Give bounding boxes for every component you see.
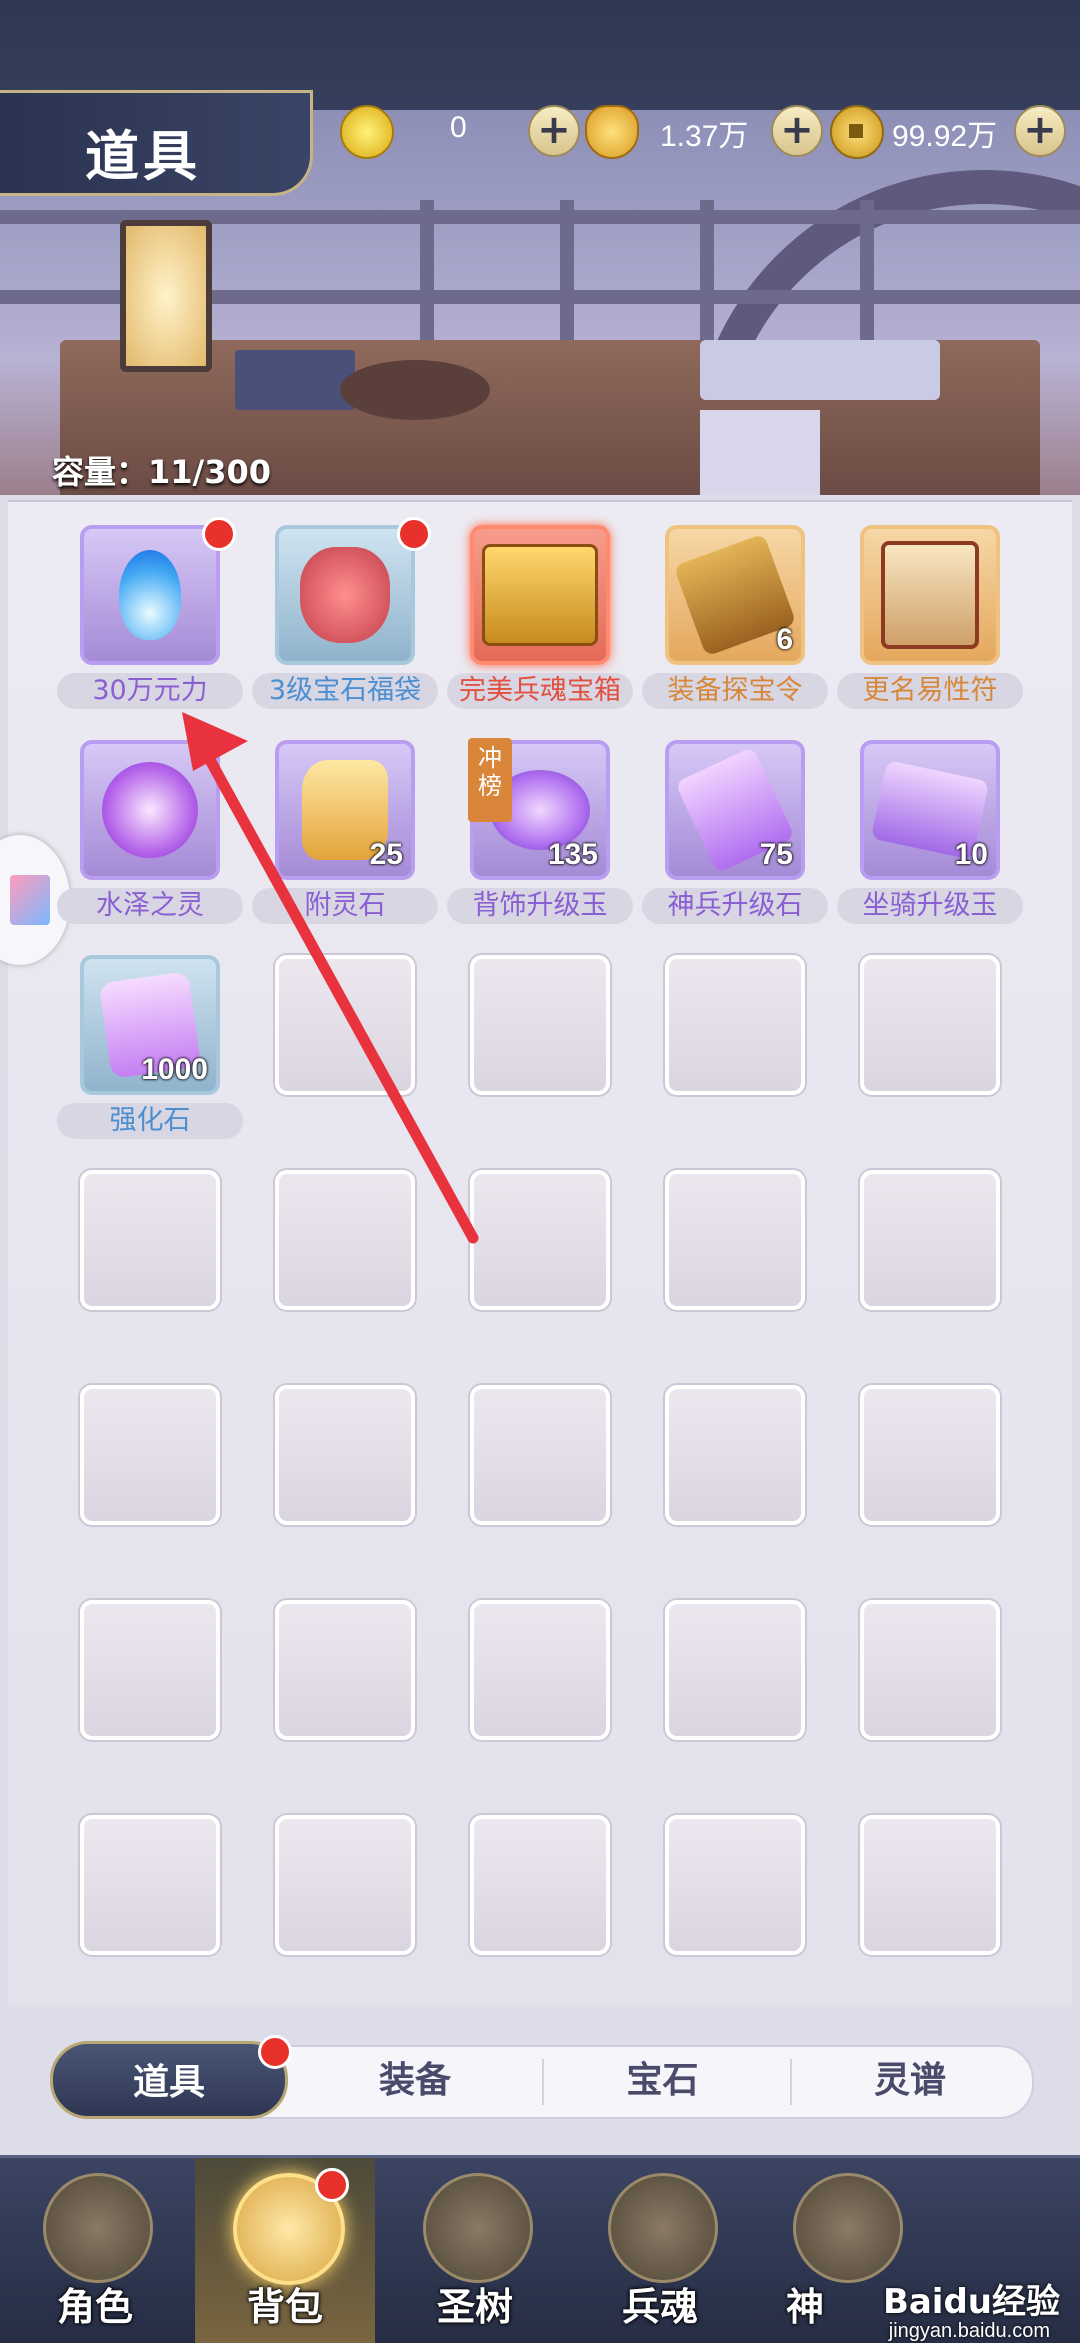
nav-holy-tree-label: 圣树 — [436, 2284, 513, 2329]
tab-gems[interactable]: 宝石 — [540, 2045, 785, 2115]
nav-character[interactable]: 角色 — [5, 2158, 185, 2343]
nav-backpack-label: 背包 — [246, 2284, 323, 2329]
nav-holy-tree[interactable]: 圣树 — [385, 2158, 565, 2343]
nav-backpack-new-dot — [315, 2168, 349, 2202]
watermark-text: Baidu经验 — [882, 2282, 1060, 2322]
nav-character-label: 角色 — [56, 2284, 133, 2329]
character-icon — [43, 2173, 153, 2283]
bottom-nav: 角色 背包 圣树 兵魂 神 Baidu经验 jingyan.baidu.com — [0, 2155, 1080, 2343]
annotation-arrow — [182, 712, 479, 1244]
holy-tree-icon — [423, 2173, 533, 2283]
nav-weapon-soul[interactable]: 兵魂 — [570, 2158, 750, 2343]
tab-items[interactable]: 道具 — [50, 2041, 288, 2119]
deity-icon — [793, 2173, 903, 2283]
weapon-soul-icon — [608, 2173, 718, 2283]
tab-items-new-dot — [258, 2035, 292, 2069]
tab-spirit-book[interactable]: 灵谱 — [790, 2045, 1030, 2115]
nav-deity-label: 神 — [785, 2284, 824, 2329]
tab-equipment[interactable]: 装备 — [295, 2045, 535, 2115]
nav-backpack[interactable]: 背包 — [195, 2158, 375, 2343]
nav-weapon-soul-label: 兵魂 — [621, 2284, 698, 2329]
